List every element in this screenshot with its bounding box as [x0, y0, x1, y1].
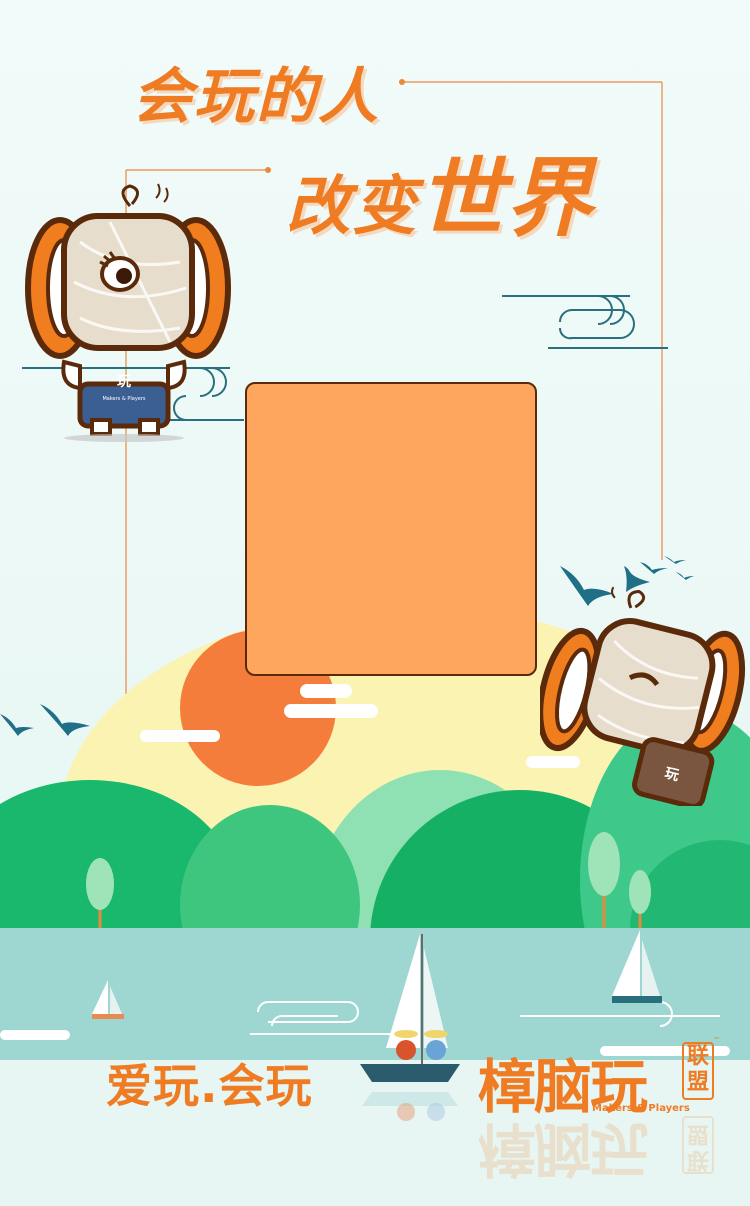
poster: 会玩的人 改变世界 玩 Makers & Players 玩 爱玩.会玩 樟脑玩…	[0, 0, 750, 1206]
frame-dot-top	[399, 79, 405, 85]
title-line-1: 会玩的人	[132, 62, 380, 132]
frame-dot-mid	[265, 167, 271, 173]
title-line-2-prefix: 改变	[286, 170, 418, 244]
mascot-left-badge-small: Makers & Players	[102, 396, 145, 402]
brand-trademark: ™	[713, 1036, 720, 1044]
mascot-right: 玩	[540, 586, 746, 806]
photo-slot[interactable]	[245, 382, 537, 676]
mascot-left: 玩 Makers & Players	[25, 183, 231, 442]
title-line-2-emphasis: 世界	[418, 149, 594, 249]
title-line-2: 改变世界	[286, 128, 594, 253]
brand-logo-reflection: 樟脑玩	[478, 1115, 647, 1183]
slogan: 爱玩.会玩	[106, 1059, 313, 1113]
brand-alliance-badge: 联盟	[682, 1042, 714, 1100]
mascot-left-badge: 玩	[117, 374, 131, 390]
brand-alliance-reflection: 联盟	[682, 1116, 714, 1174]
line-cloud-right	[502, 295, 668, 349]
